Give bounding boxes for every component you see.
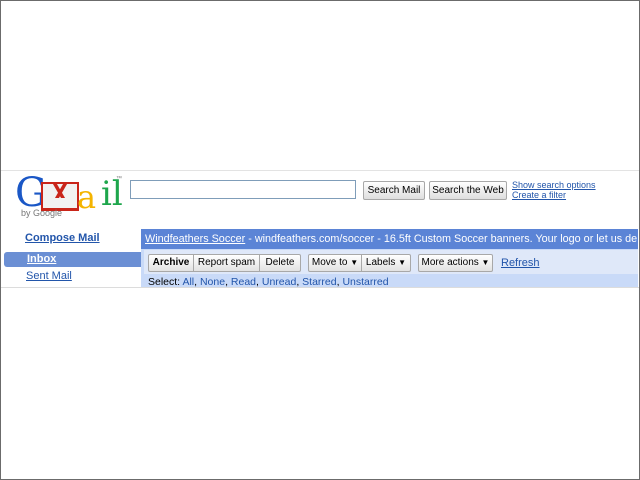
move-to-dropdown[interactable]: Move to ▼ <box>308 254 362 272</box>
show-search-options-link[interactable]: Show search options <box>512 180 596 190</box>
chevron-down-icon: ▼ <box>350 258 359 267</box>
sidebar-item-sent-mail[interactable]: Sent Mail <box>26 270 72 282</box>
search-web-button[interactable]: Search the Web <box>429 181 507 200</box>
logo-letter-a: a <box>77 178 97 216</box>
archive-button[interactable]: Archive <box>148 254 194 272</box>
report-spam-button[interactable]: Report spam <box>193 254 260 272</box>
delete-button[interactable]: Delete <box>259 254 301 272</box>
more-actions-dropdown[interactable]: More actions ▼ <box>418 254 493 272</box>
top-divider <box>1 170 639 171</box>
more-actions-label: More actions <box>421 257 479 268</box>
ad-body: - windfeathers.com/soccer - 16.5ft Custo… <box>245 233 637 245</box>
chevron-down-icon: ▼ <box>481 258 490 267</box>
ad-link[interactable]: Windfeathers Soccer <box>145 233 245 245</box>
by-google-text: by Google <box>21 208 63 218</box>
inbox-label[interactable]: Inbox <box>27 253 56 265</box>
labels-dropdown[interactable]: Labels ▼ <box>361 254 411 272</box>
labels-label: Labels <box>365 257 396 268</box>
logo-letter-i: i <box>101 174 112 214</box>
search-mail-button[interactable]: Search Mail <box>363 181 425 200</box>
chevron-down-icon: ▼ <box>398 258 407 267</box>
gmail-logo[interactable]: G a il ™ by Google <box>15 170 123 222</box>
search-options-links: Show search options Create a filter <box>512 180 596 200</box>
bottom-divider <box>1 287 639 288</box>
compose-mail-link[interactable]: Compose Mail <box>25 232 100 244</box>
sidebar-item-inbox[interactable]: Inbox <box>4 252 141 267</box>
trademark-mark: ™ <box>116 176 122 182</box>
logo-envelope-m-icon <box>41 182 79 211</box>
refresh-link[interactable]: Refresh <box>501 257 540 269</box>
search-input[interactable] <box>130 180 356 199</box>
move-to-label: Move to <box>311 257 348 268</box>
ad-text: Windfeathers Soccer - windfeathers.com/s… <box>145 233 637 245</box>
create-filter-link[interactable]: Create a filter <box>512 190 596 200</box>
